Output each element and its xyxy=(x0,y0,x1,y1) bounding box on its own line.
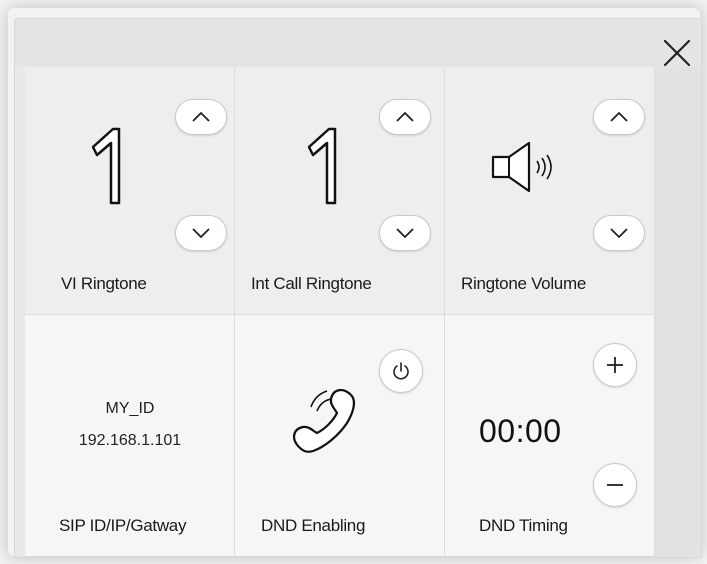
tile-dnd-timing: 00:00 DND Timing xyxy=(445,315,655,557)
dnd-timing-plus-button[interactable] xyxy=(593,343,637,387)
dnd-power-button[interactable] xyxy=(379,349,423,393)
chevron-down-icon xyxy=(610,228,628,239)
ringtone-settings-dialog: 1 VI Ringtone 1 xyxy=(14,18,702,558)
close-button[interactable] xyxy=(659,35,695,71)
int-call-ringtone-down-button[interactable] xyxy=(379,215,431,251)
vi-ringtone-up-button[interactable] xyxy=(175,99,227,135)
tile-dnd-enabling: DND Enabling xyxy=(235,315,445,557)
sip-ip-value: 192.168.1.101 xyxy=(78,432,182,449)
phone-icon xyxy=(293,389,356,453)
sip-label: SIP ID/IP/Gatway xyxy=(59,516,187,535)
ringtone-volume-down-button[interactable] xyxy=(593,215,645,251)
chevron-up-icon xyxy=(192,111,210,122)
int-call-ringtone-up-button[interactable] xyxy=(379,99,431,135)
chevron-down-icon xyxy=(396,228,414,239)
sip-id-value: MY_ID xyxy=(105,400,155,417)
tile-sip-id-ip-gateway: MY_ID 192.168.1.101 SIP ID/IP/Gatway xyxy=(25,315,235,557)
int-call-ringtone-value-graphic xyxy=(307,127,337,205)
dnd-timing-value: 00:00 xyxy=(479,413,562,449)
tile-ringtone-volume: Ringtone Volume xyxy=(445,67,655,315)
chevron-down-icon xyxy=(192,228,210,239)
chevron-up-icon xyxy=(610,111,628,122)
dnd-timing-label: DND Timing xyxy=(479,516,568,535)
dnd-timing-minus-button[interactable] xyxy=(593,463,637,507)
dnd-enabling-label: DND Enabling xyxy=(261,516,366,535)
settings-grid: 1 VI Ringtone 1 xyxy=(25,67,655,557)
tile-vi-ringtone: 1 VI Ringtone xyxy=(25,67,235,315)
sip-info: MY_ID 192.168.1.101 xyxy=(25,393,235,457)
vi-ringtone-value-graphic xyxy=(91,127,121,205)
dialog-titlebar xyxy=(15,19,701,67)
minus-icon xyxy=(607,484,623,486)
speaker-icon xyxy=(491,141,552,193)
chevron-up-icon xyxy=(396,111,414,122)
power-icon xyxy=(393,362,409,380)
close-icon xyxy=(663,39,691,67)
right-panel-strip xyxy=(655,67,701,557)
int-call-ringtone-label: Int Call Ringtone xyxy=(251,274,372,293)
vi-ringtone-label: VI Ringtone xyxy=(61,274,147,293)
ringtone-volume-up-button[interactable] xyxy=(593,99,645,135)
tile-int-call-ringtone: 1 Int Call Ringtone xyxy=(235,67,445,315)
vi-ringtone-down-button[interactable] xyxy=(175,215,227,251)
ringtone-volume-label: Ringtone Volume xyxy=(461,274,586,293)
plus-icon xyxy=(607,357,623,373)
